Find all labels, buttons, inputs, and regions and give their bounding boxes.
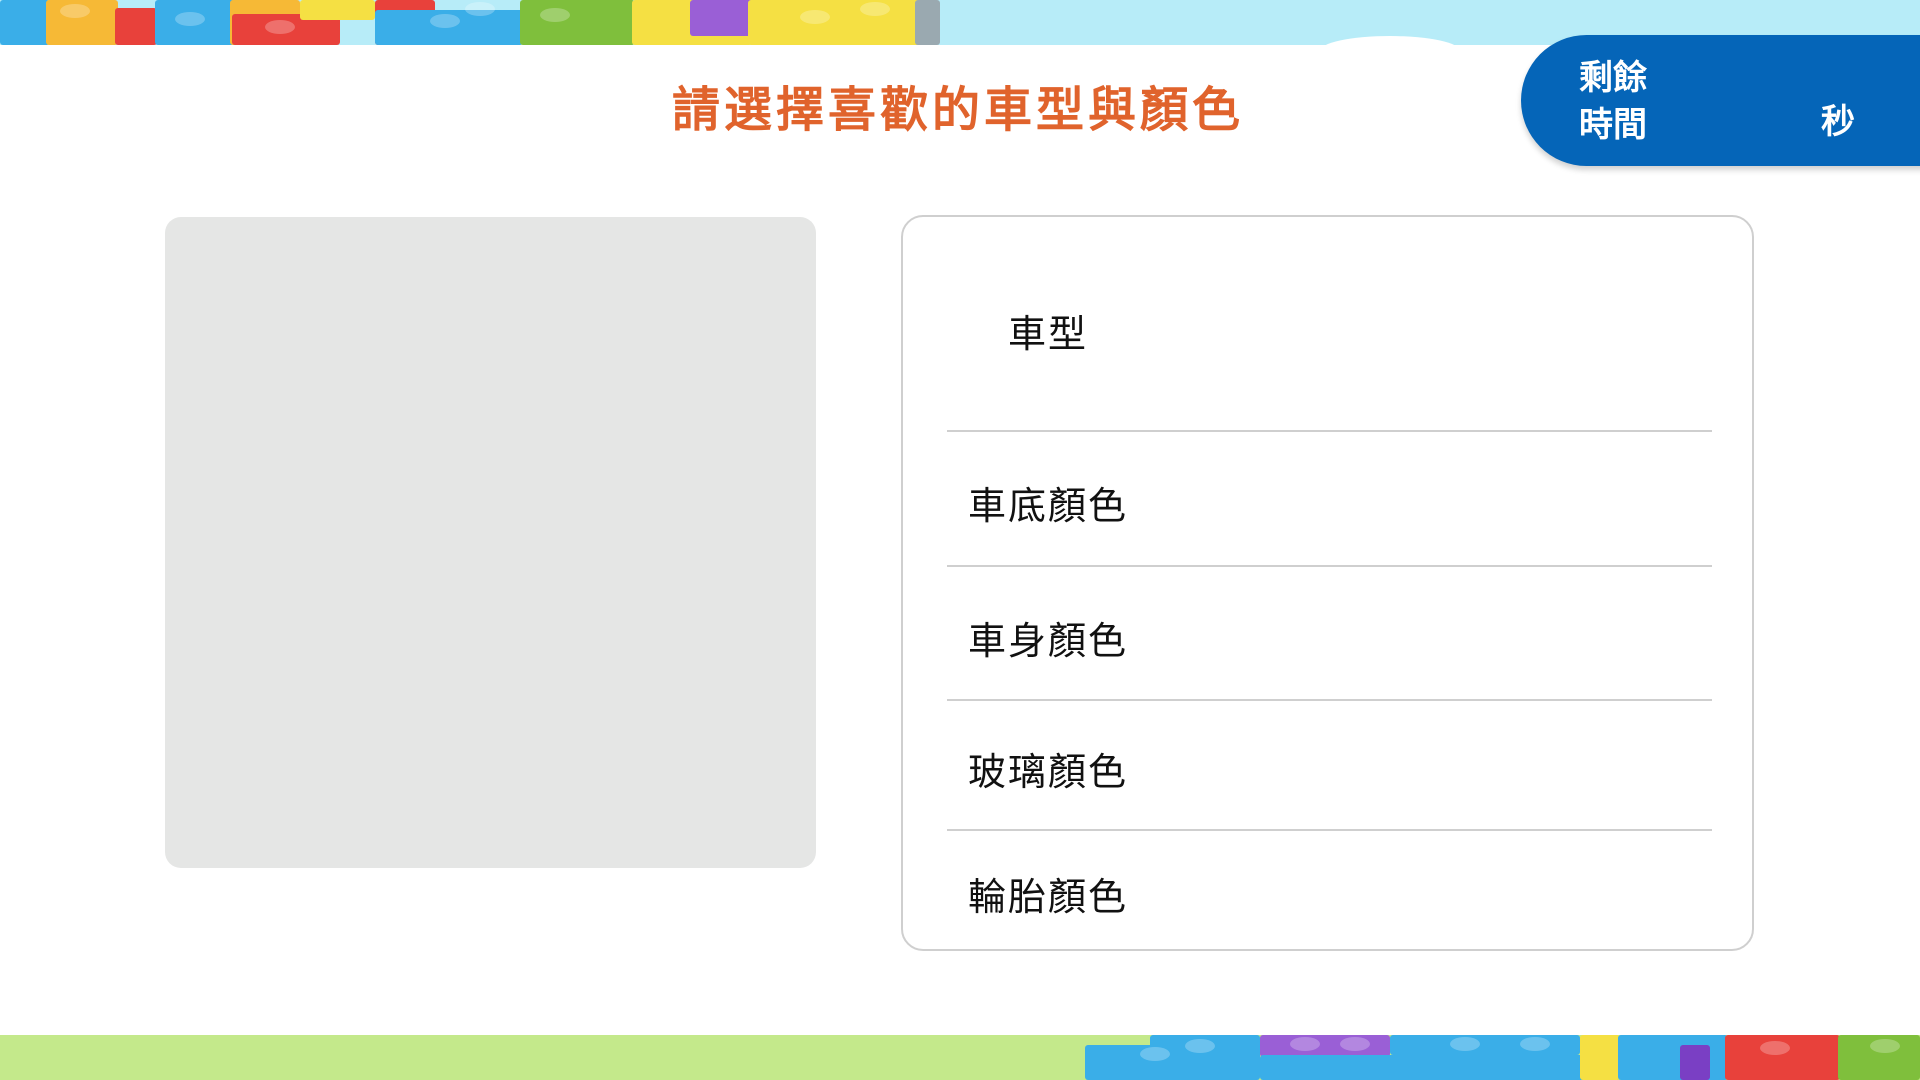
page-title-text: 請選擇喜歡的車型與顏色 [671,82,1244,138]
option-label-body-color[interactable]: 車身顏色 [968,610,1128,665]
cloud [1320,36,1460,45]
lego-stud [430,14,460,28]
option-label-glass-color[interactable]: 玻璃顏色 [968,741,1128,796]
lego-brick [300,0,375,20]
lego-stud [60,4,90,18]
lego-stud [265,20,295,34]
lego-stud [1870,1039,1900,1053]
timer-label-line2: 時間 [1579,105,1647,145]
option-label-car-model[interactable]: 車型 [1008,303,1088,358]
lego-stud [1140,1047,1170,1061]
lego-stud [540,8,570,22]
lego-stud [1760,1041,1790,1055]
timer-unit: 秒 [1821,102,1855,142]
lego-brick [1260,1055,1620,1080]
lego-brick [1680,1045,1710,1080]
lego-stud [465,2,495,16]
bottom-lego-banner [0,1035,1920,1080]
lego-brick [520,0,635,45]
lego-stud [1290,1037,1320,1051]
option-row-body-color[interactable]: 車身顏色 [947,567,1712,701]
option-label-chassis-color[interactable]: 車底顏色 [968,475,1128,530]
countdown-timer: 剩餘 時間 秒 [1521,35,1920,166]
lego-brick [115,8,157,45]
lego-stud [175,12,205,26]
lego-stud [800,10,830,24]
lego-brick [748,0,928,45]
option-row-car-model[interactable]: 車型 [947,217,1712,432]
lego-brick [1580,1035,1620,1080]
lego-stud [1340,1037,1370,1051]
customization-options-panel: 車型 車底顏色 車身顏色 玻璃顏色 輪胎顏色 [901,215,1754,951]
car-preview-panel [165,217,816,868]
lego-brick [1618,1035,1728,1080]
option-row-chassis-color[interactable]: 車底顏色 [947,432,1712,567]
timer-label: 剩餘 時間 [1579,55,1679,149]
app-screen: 請選擇喜歡的車型與顏色 剩餘 時間 秒 車型 車底顏色 車身顏色 玻璃顏色 輪胎… [0,0,1920,1080]
timer-label-line1: 剩餘 [1579,58,1647,98]
lego-stud [1450,1037,1480,1051]
lego-brick [1390,1035,1580,1055]
lego-stud [1520,1037,1550,1051]
lego-brick [1260,1035,1390,1057]
lego-stud [860,2,890,16]
lego-brick [915,0,940,45]
lego-brick [0,0,50,45]
option-row-tire-color[interactable]: 輪胎顏色 [947,831,1712,949]
option-row-glass-color[interactable]: 玻璃顏色 [947,701,1712,831]
option-label-tire-color[interactable]: 輪胎顏色 [968,866,1128,921]
lego-stud [1185,1039,1215,1053]
